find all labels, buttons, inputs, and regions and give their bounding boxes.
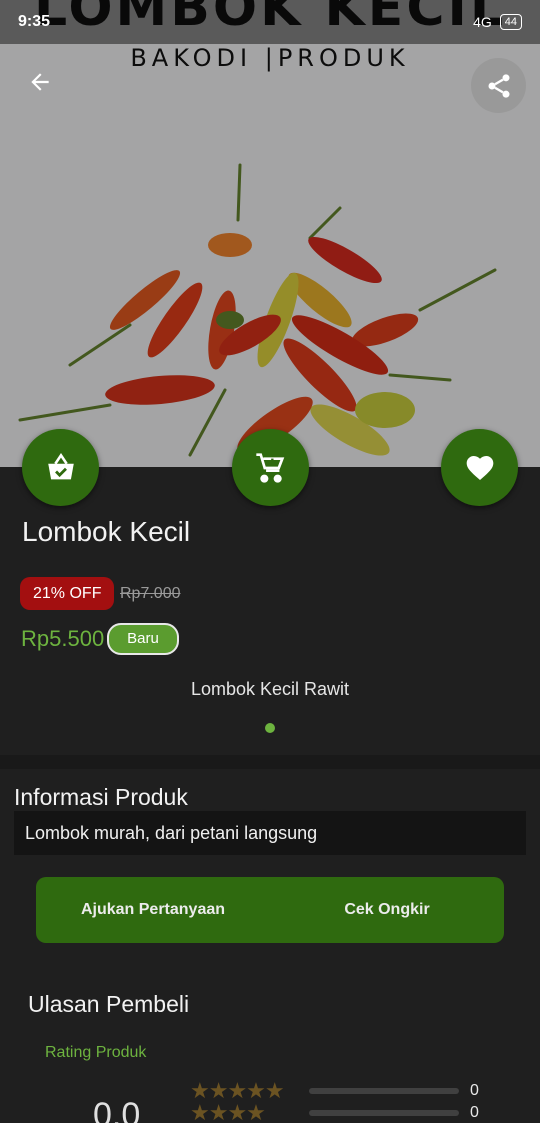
status-time: 9:35 bbox=[18, 13, 51, 30]
action-bar: Ajukan Pertanyaan Cek Ongkir bbox=[36, 877, 504, 943]
network-indicator: 4G bbox=[473, 14, 492, 30]
heart-icon bbox=[466, 455, 493, 480]
original-price: Rp7.000 bbox=[120, 585, 181, 602]
share-button[interactable] bbox=[471, 58, 526, 113]
section-divider bbox=[0, 755, 540, 769]
condition-badge: Baru bbox=[107, 623, 179, 655]
rating-count: 0 bbox=[470, 1104, 479, 1121]
image-overlay bbox=[0, 0, 540, 467]
arrow-left-icon bbox=[31, 73, 49, 91]
product-price: Rp5.500 bbox=[21, 626, 105, 651]
rating-score: 0.0 bbox=[93, 1096, 141, 1123]
info-section-title: Informasi Produk bbox=[14, 784, 188, 810]
status-bar: 9:35 4G 44 bbox=[0, 0, 540, 44]
ask-question-button[interactable]: Ajukan Pertanyaan bbox=[36, 901, 270, 919]
rating-label: Rating Produk bbox=[45, 1044, 147, 1061]
product-description: Lombok murah, dari petani langsung bbox=[14, 811, 526, 855]
star-icon-group: ★★★★ bbox=[190, 1100, 266, 1123]
rating-bar bbox=[309, 1110, 459, 1116]
rating-row-4: ★★★★ 0 bbox=[190, 1100, 479, 1123]
basket-check-icon bbox=[47, 452, 74, 479]
product-image: LOMBOK KECIL BAKODI |PRODUK bbox=[0, 0, 540, 467]
share-icon bbox=[488, 73, 509, 98]
add-to-cart-button[interactable] bbox=[232, 429, 309, 506]
check-shipping-button[interactable]: Cek Ongkir bbox=[270, 901, 504, 919]
product-name: Lombok Kecil bbox=[22, 516, 191, 547]
carousel-indicator bbox=[265, 723, 275, 733]
buy-now-button[interactable] bbox=[22, 429, 99, 506]
back-button[interactable] bbox=[22, 64, 58, 100]
rating-bar bbox=[309, 1088, 459, 1094]
discount-badge: 21% OFF bbox=[20, 577, 115, 610]
product-variant[interactable]: Lombok Kecil Rawit bbox=[0, 679, 540, 700]
star-icon-group: ★★★★★ bbox=[190, 1078, 285, 1103]
battery-indicator: 44 bbox=[499, 14, 522, 30]
cart-add-icon bbox=[255, 452, 284, 483]
wishlist-button[interactable] bbox=[441, 429, 518, 506]
rating-count: 0 bbox=[470, 1082, 479, 1099]
rating-row-5: ★★★★★ 0 bbox=[190, 1078, 479, 1103]
reviews-section-title: Ulasan Pembeli bbox=[28, 991, 190, 1017]
